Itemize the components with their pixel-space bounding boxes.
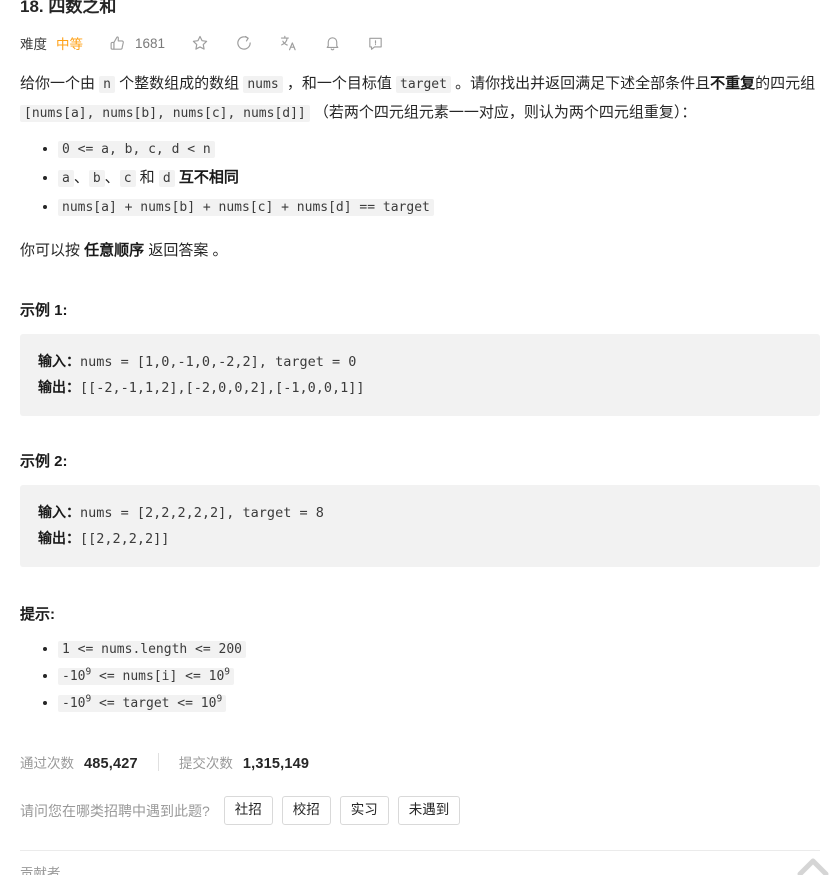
desc-text-5: 的四元组 [755,75,816,92]
description-paragraph-1: 给你一个由 n 个整数组成的数组 nums ，和一个目标值 target 。请你… [20,70,820,128]
accepted-label: 通过次数 [20,756,74,771]
example-2-input-label: 输入： [38,504,80,520]
problem-description: 给你一个由 n 个整数组成的数组 nums ，和一个目标值 target 。请你… [20,70,820,825]
constraint-item-3: -109 <= target <= 109 [58,690,820,716]
favorite-button[interactable] [191,34,209,52]
notification-button[interactable] [324,34,341,52]
constraints-title: 提示: [20,606,55,623]
constraint-2-mid: <= nums[i] <= 10 [91,669,225,684]
difficulty-label: 难度 [20,37,47,52]
survey-option-social-recruit[interactable]: 社招 [223,796,273,825]
constraint-item-1: 1 <= nums.length <= 200 [58,636,820,662]
survey-option-not-encountered[interactable]: 未遇到 [397,796,461,825]
contributors-label: 贡献者 [20,866,61,875]
constraint-code-1: 1 <= nums.length <= 200 [58,641,247,658]
accepted-value: 485,427 [84,756,138,772]
example-1-output-label: 输出： [38,379,80,395]
constraint-2-pre: -10 [62,669,86,684]
example-1-input-label: 输入： [38,353,80,369]
thumbs-up-icon [109,35,126,52]
bell-icon [324,34,341,52]
share-button[interactable] [235,34,253,52]
stats-divider [157,753,159,771]
example-2-title: 示例 2: [20,453,68,470]
example-2-output-label: 输出： [38,530,80,546]
order-text-2: 返回答案 。 [144,242,228,259]
example-1-input-value: nums = [1,0,-1,0,-2,2], target = 0 [80,354,357,370]
problem-stats: 通过次数 485,427 提交次数 1,315,149 [20,752,820,772]
accepted-stat: 通过次数 485,427 [20,752,138,772]
survey-question: 请问您在哪类招聘中遇到此题? [20,802,210,819]
example-2-block: 输入：nums = [2,2,2,2,2], target = 8 输出：[[2… [20,485,820,567]
conditions-list: 0 <= a, b, c, d < n a、b、c 和 d 互不相同 nums[… [20,136,820,221]
condition-bold-distinct: 互不相同 [174,169,239,186]
constraint-code-2: -109 <= nums[i] <= 109 [58,666,235,685]
example-2-output-value: [[2,2,2,2]] [80,531,170,547]
share-icon [235,34,253,52]
submissions-stat: 提交次数 1,315,149 [179,752,309,772]
star-icon [191,34,209,52]
like-count: 1681 [135,35,166,51]
scroll-to-top-button[interactable] [790,848,836,875]
recruitment-survey: 请问您在哪类招聘中遇到此题? 社招 校招 实习 未遇到 [20,796,820,825]
condition-sep-1: 、 [73,169,89,186]
constraint-2-sup2: 9 [224,666,231,678]
page-title-row: 18. 四数之和 [20,0,820,22]
constraint-3-sup2: 9 [216,693,223,705]
chevron-up-icon [790,858,836,875]
condition-item-1: 0 <= a, b, c, d < n [58,136,820,163]
desc-text-2: 个整数组成的数组 [115,75,244,92]
problem-page: 18. 四数之和 难度 中等 1681 给你一个由 n 个整数组成的数组 num… [0,0,840,875]
order-bold: 任意顺序 [84,242,145,259]
constraint-3-pre: -10 [62,696,86,711]
constraint-code-3: -109 <= target <= 109 [58,693,227,712]
submissions-value: 1,315,149 [242,756,310,772]
condition-code-d: d [158,170,175,187]
condition-code-b: b [88,170,105,187]
translate-icon [279,34,298,52]
translate-button[interactable] [279,34,298,52]
condition-code-c: c [119,170,136,187]
condition-code-1: 0 <= a, b, c, d < n [58,141,215,158]
problem-meta-toolbar: 难度 中等 1681 [20,26,820,60]
desc-bold-unique: 不重复 [710,75,756,92]
feedback-button[interactable] [367,35,384,52]
condition-item-3: nums[a] + nums[b] + nums[c] + nums[d] ==… [58,194,820,221]
condition-item-2: a、b、c 和 d 互不相同 [58,165,820,192]
like-button[interactable]: 1681 [109,35,165,52]
constraint-item-2: -109 <= nums[i] <= 109 [58,663,820,689]
desc-text-1: 给你一个由 [20,75,100,92]
order-text-1: 你可以按 [20,242,85,259]
example-1-title: 示例 1: [20,302,68,319]
survey-option-campus-recruit[interactable]: 校招 [281,796,331,825]
submissions-label: 提交次数 [178,756,233,771]
inline-code-nums: nums [243,76,283,93]
description-paragraph-2: 你可以按 任意顺序 返回答案 。 [20,237,820,265]
example-1-block: 输入：nums = [1,0,-1,0,-2,2], target = 0 输出… [20,334,820,416]
footer-divider [20,850,820,851]
constraint-1-text: 1 <= nums.length <= 200 [62,642,243,657]
page-title: 18. 四数之和 [20,0,117,16]
feedback-icon [367,35,384,52]
example-2-input-value: nums = [2,2,2,2,2], target = 8 [80,505,324,521]
condition-conjunction: 和 [135,169,159,186]
constraints-list: 1 <= nums.length <= 200 -10 9 <= nums[i] … [20,636,820,716]
constraint-3-mid: <= target <= 10 [91,696,217,711]
example-1-output-value: [[-2,-1,1,2],[-2,0,0,2],[-1,0,0,1]] [80,380,365,396]
inline-code-n: n [99,76,115,93]
desc-text-3: ，和一个目标值 [282,75,396,92]
inline-code-target: target [396,76,451,93]
desc-text-4: 。请你找出并返回满足下述全部条件且 [450,75,711,92]
survey-option-internship[interactable]: 实习 [339,796,389,825]
difficulty-value: 中等 [56,37,83,52]
condition-code-3: nums[a] + nums[b] + nums[c] + nums[d] ==… [58,199,434,216]
inline-code-quadruple: [nums[a], nums[b], nums[c], nums[d]] [20,105,310,122]
desc-text-6: （若两个四元组元素一一对应，则认为两个四元组重复）： [309,104,697,121]
condition-sep-2: 、 [104,169,120,186]
condition-code-a: a [58,170,74,187]
